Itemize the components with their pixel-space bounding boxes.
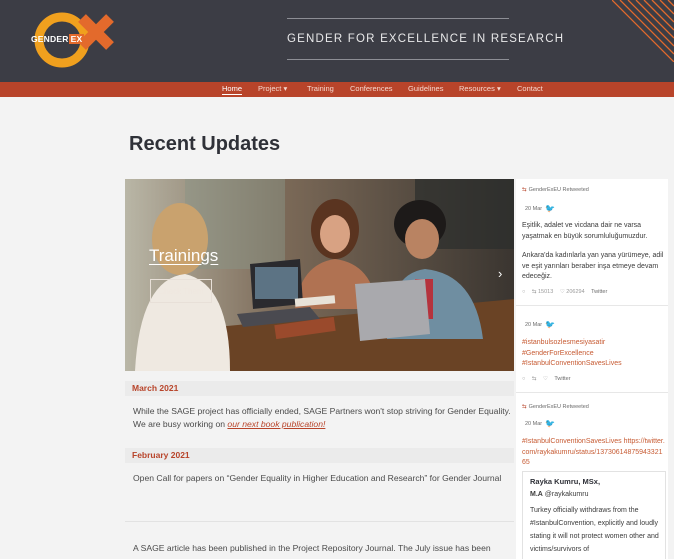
nav-training[interactable]: Training xyxy=(307,84,334,93)
twitter-bird-icon: 🐦 xyxy=(545,320,556,329)
twitter-bird-icon: 🐦 xyxy=(545,419,556,428)
update-text: Open Call for papers on “Gender Equality… xyxy=(133,473,502,483)
retweet-icon: ⇆ xyxy=(522,404,527,410)
site-header: GENDER EX GENDER FOR EXCELLENCE IN RESEAR… xyxy=(0,0,674,82)
like-icon[interactable]: ♡ xyxy=(543,376,548,382)
title-rule-top xyxy=(287,18,509,19)
divider xyxy=(125,521,514,522)
nav-guidelines[interactable]: Guidelines xyxy=(408,84,443,93)
tweet-date[interactable]: 20 Mar 🐦 xyxy=(525,320,555,329)
update-date-header: March 2021 xyxy=(125,381,514,396)
corner-stripes-decoration xyxy=(612,0,674,62)
site-title: GENDER FOR EXCELLENCE IN RESEARCH xyxy=(287,33,565,45)
nav-resources[interactable]: Resources ▾ xyxy=(459,84,501,93)
reply-icon[interactable]: ○ xyxy=(522,289,525,295)
update-text: While the SAGE project has officially en… xyxy=(133,406,511,429)
tweet[interactable]: 20 Mar 🐦 #istanbulsozlesmesiyasatir #Gend… xyxy=(516,309,668,393)
tweet[interactable]: ⇆ GenderExEU Retweeted 20 Mar 🐦 Eşitlik, a… xyxy=(516,179,668,306)
page-title: Recent Updates xyxy=(129,133,281,155)
quote-author-name: Rayka Kumru, MSx, xyxy=(530,477,601,486)
chevron-right-icon[interactable]: › xyxy=(498,266,502,281)
nav-home[interactable]: Home xyxy=(222,84,243,95)
update-date: March 2021 xyxy=(132,383,179,393)
retweet-count[interactable]: ⇆ 15013 xyxy=(532,289,553,295)
hero-title-link[interactable]: Trainings xyxy=(149,246,218,266)
retweet-icon: ⇆ xyxy=(522,187,527,193)
reply-icon[interactable]: ○ xyxy=(522,376,525,382)
retweet-label: ⇆ GenderExEU Retweeted xyxy=(522,187,589,193)
chevron-down-icon: ▾ xyxy=(283,84,288,93)
page: GENDER EX GENDER FOR EXCELLENCE IN RESEAR… xyxy=(0,0,674,559)
update-date: February 2021 xyxy=(132,450,190,460)
tweet-actions: ○ ⇆ 15013 ♡ 206294 Twitter xyxy=(522,289,612,295)
tweet-hashtags[interactable]: #istanbulsozlesmesiyasatir #GenderForExc… xyxy=(522,338,665,370)
main-nav: Home Project ▾ Training Conferences Guid… xyxy=(0,82,674,97)
title-rule-bottom xyxy=(287,59,509,60)
nav-contact[interactable]: Contact xyxy=(517,84,543,93)
quote-author-handle: M.A @raykakumru xyxy=(530,491,589,498)
tweet-text: Ankara'da kadınlarla yan yana yürümeye, … xyxy=(522,252,664,280)
nav-conferences[interactable]: Conferences xyxy=(350,84,393,93)
tweet-date[interactable]: 20 Mar 🐦 xyxy=(525,204,555,213)
tweet-link[interactable]: #IstanbulConventionSavesLives https://tw… xyxy=(522,437,665,469)
tweet-actions: ○ ⇆ ♡ Twitter xyxy=(522,376,576,382)
update-text: A SAGE article has been published in the… xyxy=(133,543,491,553)
quote-text: Turkey officially withdraws from the #Is… xyxy=(530,507,659,553)
retweet-icon[interactable]: ⇆ xyxy=(532,376,537,382)
tweet-date[interactable]: 20 Mar 🐦 xyxy=(525,419,555,428)
tweet-text: Eşitlik, adalet ve vicdana dair ne varsa… xyxy=(522,222,648,240)
nav-project[interactable]: Project ▾ xyxy=(258,84,287,93)
update-date-header: February 2021 xyxy=(125,448,514,463)
retweet-label: ⇆ GenderExEU Retweeted xyxy=(522,404,589,410)
check-them-button[interactable]: Check Them xyxy=(150,279,212,303)
hero-photo xyxy=(125,179,514,371)
book-publication-link[interactable]: our next book publication! xyxy=(227,419,325,429)
like-count[interactable]: ♡ 206294 xyxy=(560,289,585,295)
hero-carousel[interactable] xyxy=(125,179,514,371)
chevron-down-icon: ▾ xyxy=(496,84,501,93)
twitter-bird-icon: 🐦 xyxy=(545,204,556,213)
logo-text: GENDER EX xyxy=(31,34,85,44)
twitter-source-link[interactable]: Twitter xyxy=(591,289,607,295)
twitter-source-link[interactable]: Twitter xyxy=(554,376,570,382)
quoted-tweet[interactable]: Rayka Kumru, MSx, M.A @raykakumru Turkey… xyxy=(522,471,666,559)
